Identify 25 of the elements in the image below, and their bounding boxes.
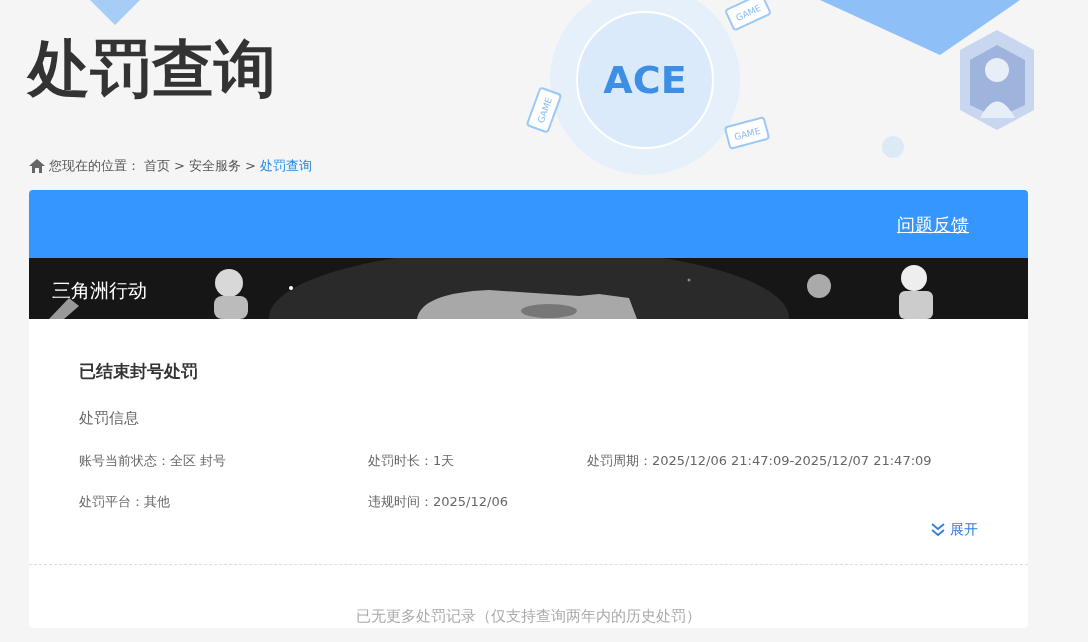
triangle-decoration [90,0,140,25]
home-icon [29,158,45,173]
info-field: 处罚平台：其他 [79,491,368,511]
breadcrumb-link[interactable]: 处罚查询 [259,156,312,176]
breadcrumb-separator: > [244,157,256,175]
chevron-icon [930,522,946,537]
section-heading: 处罚信息 [79,407,140,429]
expand-button[interactable]: 展开 [930,519,978,540]
breadcrumb-link[interactable]: 安全服务 [188,156,241,176]
feedback-link[interactable]: 问题反馈 [897,210,969,238]
info-field: 处罚时长：1天 [368,451,587,471]
info-field: 账号当前状态：全区 封号 [79,451,368,471]
end-of-records-note: 已无更多处罚记录（仅支持查询两年内的历史处罚） [355,606,702,627]
game-device-icon: GAME [525,86,563,134]
breadcrumb-link[interactable]: 首页 [144,156,170,176]
game-title: 三角洲行动 [51,278,147,303]
info-field: 违规时间：2025/12/06 [368,491,587,511]
page-title: 处罚查询 [28,32,276,107]
game-device-icon: GAME [723,116,771,150]
info-field: 处罚周期：2025/12/06 21:47:09-2025/12/07 21:47:09 [587,451,978,471]
breadcrumb-separator: > [174,157,185,175]
record-title: 已结束封号处罚 [79,360,199,383]
logo: ACE [603,58,687,102]
dot-decoration [882,136,904,158]
breadcrumb-label: 您现在的位置： [49,157,140,175]
